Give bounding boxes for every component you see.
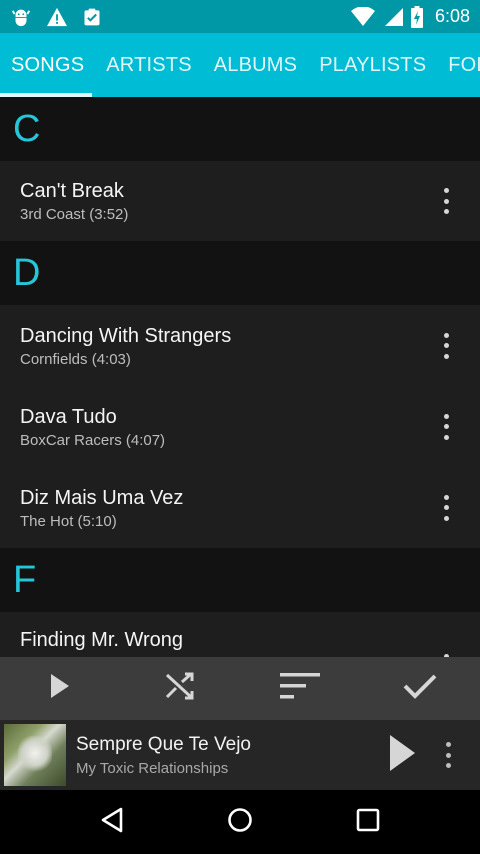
- nav-home-button[interactable]: [210, 797, 270, 847]
- song-title: Diz Mais Uma Vez: [20, 486, 184, 509]
- wifi-icon: [350, 6, 375, 27]
- more-options-icon[interactable]: [434, 186, 458, 216]
- song-subtitle: The Hot (5:10): [20, 512, 117, 530]
- recents-icon: [356, 808, 380, 837]
- section-header: C: [0, 97, 480, 161]
- song-subtitle: BoxCar Racers (4:07): [20, 431, 166, 449]
- list-item[interactable]: Diz Mais Uma Vez The Hot (5:10): [0, 467, 480, 548]
- list-item[interactable]: Finding Mr. Wrong: [0, 612, 480, 657]
- sort-icon: [280, 673, 320, 704]
- play-all-button[interactable]: [30, 664, 90, 714]
- nav-back-button[interactable]: [82, 797, 142, 847]
- warning-icon: [46, 7, 68, 27]
- select-check-icon: [403, 673, 437, 704]
- now-playing-info[interactable]: Sempre Que Te Vejo My Toxic Relationship…: [76, 734, 382, 777]
- tab-folders[interactable]: FOL: [437, 54, 480, 77]
- song-title: Dancing With Strangers: [20, 324, 232, 347]
- more-options-icon[interactable]: [434, 493, 458, 523]
- section-header: D: [0, 241, 480, 305]
- battery-charging-icon: [410, 5, 423, 28]
- nav-recents-button[interactable]: [338, 797, 398, 847]
- shuffle-icon: [165, 672, 195, 705]
- section-letter: C: [13, 107, 41, 150]
- tab-songs[interactable]: SONGS: [0, 54, 95, 77]
- now-playing-play-button[interactable]: [382, 730, 422, 780]
- section-letter: D: [13, 251, 41, 294]
- now-playing-artist: My Toxic Relationships: [76, 759, 229, 777]
- play-icon: [49, 673, 71, 704]
- back-icon: [100, 807, 124, 838]
- system-nav-bar: [0, 790, 480, 854]
- section-letter: F: [13, 558, 37, 601]
- signal-icon: [383, 7, 403, 27]
- more-options-icon[interactable]: [438, 740, 458, 770]
- song-subtitle: Cornfields (4:03): [20, 350, 131, 368]
- clipboard-check-icon: [82, 7, 102, 27]
- tab-playlists[interactable]: PLAYLISTS: [308, 54, 437, 77]
- now-playing-bar[interactable]: Sempre Que Te Vejo My Toxic Relationship…: [0, 720, 480, 790]
- play-icon: [388, 734, 416, 777]
- song-list[interactable]: C Can't Break 3rd Coast (3:52) D Dancing…: [0, 97, 480, 657]
- select-button[interactable]: [390, 664, 450, 714]
- list-item[interactable]: Dava Tudo BoxCar Racers (4:07): [0, 386, 480, 467]
- action-bar: [0, 657, 480, 720]
- status-bar: 6:08: [0, 0, 480, 33]
- list-item[interactable]: Dancing With Strangers Cornfields (4:03): [0, 305, 480, 386]
- more-options-icon[interactable]: [434, 412, 458, 442]
- list-item[interactable]: Can't Break 3rd Coast (3:52): [0, 161, 480, 241]
- now-playing-title: Sempre Que Te Vejo: [76, 733, 251, 755]
- library-tabs: SONGS ARTISTS ALBUMS PLAYLISTS FOL: [0, 33, 480, 97]
- tab-artists[interactable]: ARTISTS: [95, 54, 203, 77]
- shuffle-button[interactable]: [150, 664, 210, 714]
- android-debug-icon: [10, 6, 32, 28]
- section-header: F: [0, 548, 480, 612]
- more-options-icon[interactable]: [434, 331, 458, 361]
- sort-button[interactable]: [270, 664, 330, 714]
- status-time: 6:08: [434, 6, 470, 26]
- song-title: Finding Mr. Wrong: [20, 629, 184, 651]
- home-icon: [227, 807, 253, 838]
- song-title: Can't Break: [20, 180, 124, 202]
- song-subtitle: 3rd Coast (3:52): [20, 206, 129, 223]
- album-art[interactable]: [4, 724, 66, 786]
- song-title: Dava Tudo: [20, 405, 117, 428]
- tab-albums[interactable]: ALBUMS: [203, 54, 308, 77]
